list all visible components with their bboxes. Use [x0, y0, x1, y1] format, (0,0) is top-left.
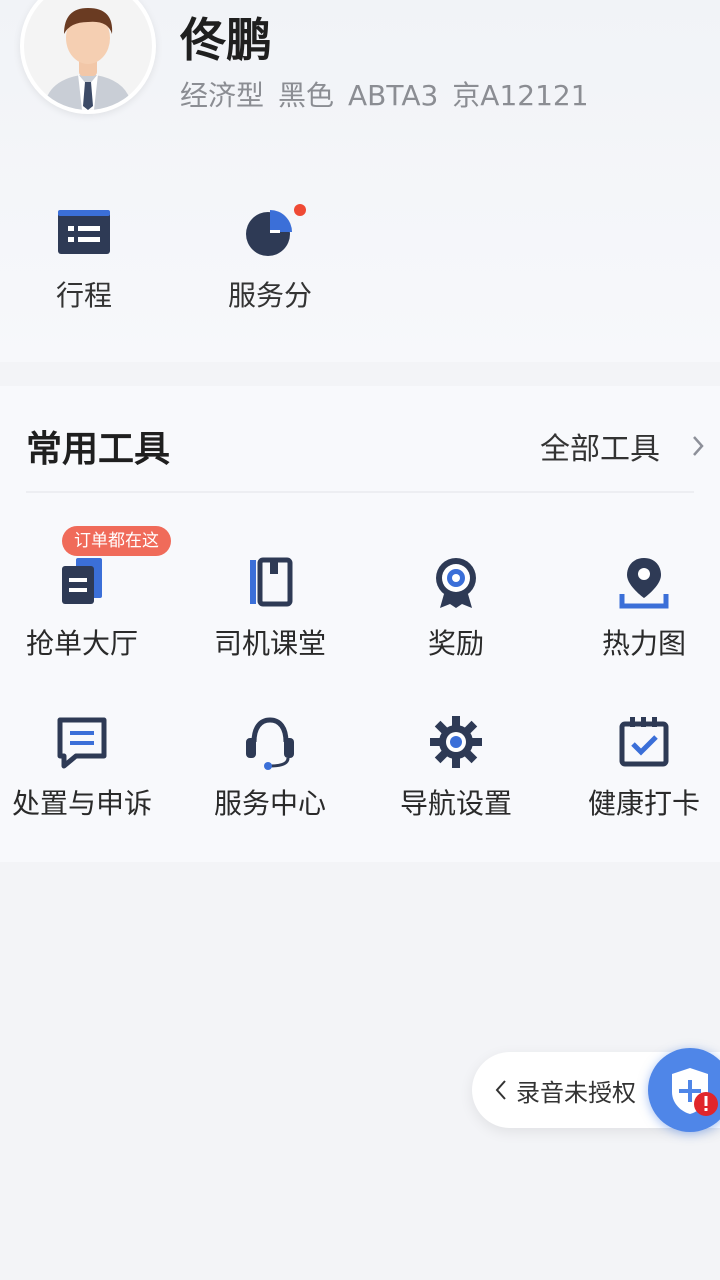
notification-dot [294, 204, 306, 216]
safety-shield-button[interactable] [648, 1048, 720, 1132]
health-checkin-calendar-icon [616, 714, 672, 770]
recording-permission-label: 录音未授权 [516, 1078, 636, 1107]
quick-action-service-score[interactable]: 服务分 [210, 200, 330, 314]
car-plate: 京A12121 [452, 79, 589, 112]
chevron-left-icon [495, 1080, 506, 1100]
tool-reward-label: 奖励 [427, 627, 484, 660]
tool-navigation-settings-label: 导航设置 [399, 787, 512, 820]
quick-action-trip-label: 行程 [55, 279, 112, 312]
driver-name: 佟鹏 [180, 13, 272, 67]
tool-heatmap-label: 热力图 [601, 627, 686, 660]
navigation-settings-gear-icon [428, 714, 484, 770]
tool-health-checkin-label: 健康打卡 [587, 787, 700, 820]
all-tools-label: 全部工具 [540, 432, 660, 467]
car-type: 经济型 [180, 79, 265, 112]
common-tools-card: 常用工具 全部工具 订单都在这 抢单大厅 司机课堂 奖励 热力图 处置与申诉 服… [0, 386, 720, 862]
profile-header: 佟鹏 经济型 黑色 ABTA3 京A12121 行程 服务分 [0, 0, 720, 362]
tool-reward[interactable]: 奖励 [366, 554, 546, 662]
tool-order-hall-label: 抢单大厅 [25, 627, 138, 660]
service-score-pie-icon [240, 200, 306, 260]
quick-action-service-score-label: 服务分 [227, 279, 312, 312]
tool-heatmap[interactable]: 热力图 [554, 554, 720, 662]
tool-navigation-settings[interactable]: 导航设置 [366, 714, 546, 822]
car-info: 经济型 黑色 ABTA3 京A12121 [180, 74, 603, 114]
order-hall-icon [54, 554, 110, 610]
avatar[interactable] [20, 0, 156, 114]
car-color: 黑色 [278, 79, 335, 112]
appeal-message-icon [54, 714, 110, 770]
driver-avatar-icon [24, 0, 152, 110]
chevron-right-icon [693, 436, 704, 456]
order-hall-badge: 订单都在这 [62, 526, 171, 556]
tool-appeal-label: 处置与申诉 [11, 787, 152, 820]
tool-service-center[interactable]: 服务中心 [180, 714, 360, 822]
heatmap-location-icon [616, 554, 672, 610]
reward-medal-icon [428, 554, 484, 610]
quick-action-trip[interactable]: 行程 [24, 200, 144, 314]
shield-plus-icon [672, 1068, 718, 1116]
trip-list-icon [54, 200, 114, 260]
tool-service-center-label: 服务中心 [213, 787, 326, 820]
tool-health-checkin[interactable]: 健康打卡 [554, 714, 720, 822]
car-model: ABTA3 [348, 79, 439, 112]
divider [26, 491, 694, 493]
tools-title: 常用工具 [26, 429, 171, 470]
tool-order-hall[interactable]: 抢单大厅 [0, 554, 172, 662]
driver-class-book-icon [242, 554, 298, 610]
tool-appeal[interactable]: 处置与申诉 [0, 714, 172, 822]
tool-driver-class-label: 司机课堂 [213, 627, 326, 660]
service-headset-icon [242, 714, 298, 770]
all-tools-link[interactable]: 全部工具 [540, 424, 708, 468]
tool-driver-class[interactable]: 司机课堂 [180, 554, 360, 662]
